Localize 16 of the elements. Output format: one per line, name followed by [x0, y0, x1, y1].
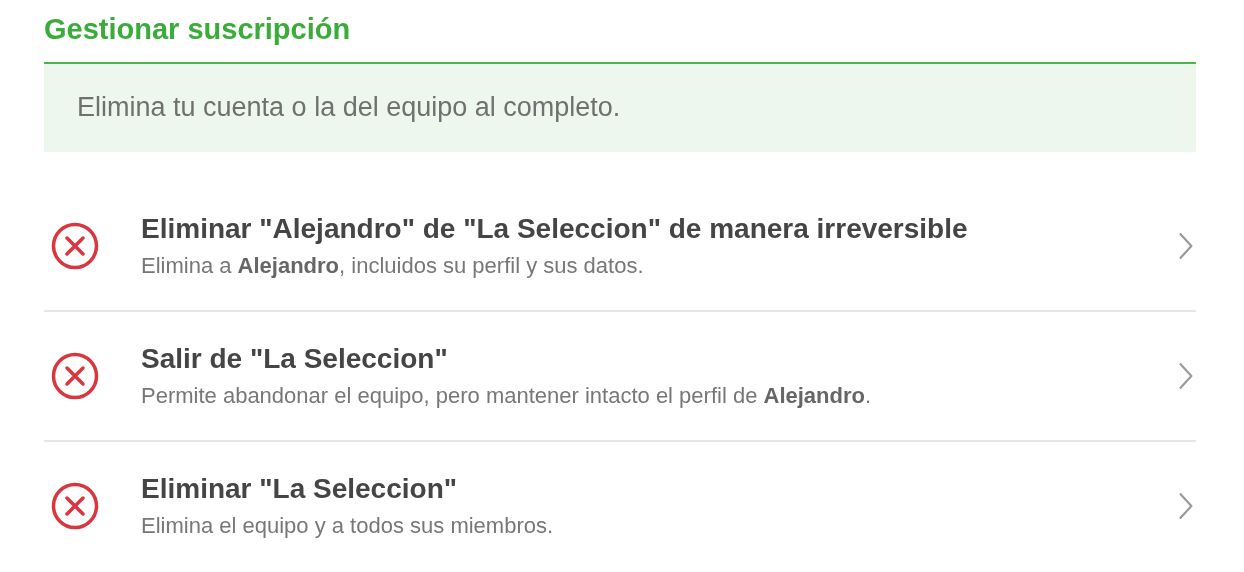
chevron-right-icon: [1178, 232, 1194, 260]
close-circle-icon: [51, 352, 99, 400]
action-description: Elimina el equipo y a todos sus miembros.: [141, 512, 555, 540]
action-description: Permite abandonar el equipo, pero mantener intacto el perfil de Alejandro.: [141, 382, 873, 410]
action-title: Salir de "La Seleccion": [141, 342, 449, 376]
close-circle-icon: [51, 222, 99, 270]
close-circle-icon: [51, 482, 99, 530]
action-title: Eliminar "Alejandro" de "La Seleccion" de manera irreversible: [141, 212, 969, 246]
action-title: Eliminar "La Seleccion": [141, 472, 458, 506]
action-row[interactable]: Eliminar "Alejandro" de "La Seleccion" de manera irreversible Elimina a Alejandro, incluidos su perfil y sus datos.: [44, 182, 1196, 312]
action-row[interactable]: Eliminar "La Seleccion" Elimina el equipo y a todos sus miembros.: [44, 442, 1196, 570]
chevron-right-icon: [1178, 492, 1194, 520]
action-row[interactable]: Salir de "La Seleccion" Permite abandonar el equipo, pero mantener intacto el perfil de Alejandro.: [44, 312, 1196, 442]
action-description: Elimina a Alejandro, incluidos su perfil y sus datos.: [141, 252, 645, 280]
chevron-right-icon: [1178, 362, 1194, 390]
banner-text: Elimina tu cuenta o la del equipo al completo.: [77, 92, 621, 122]
